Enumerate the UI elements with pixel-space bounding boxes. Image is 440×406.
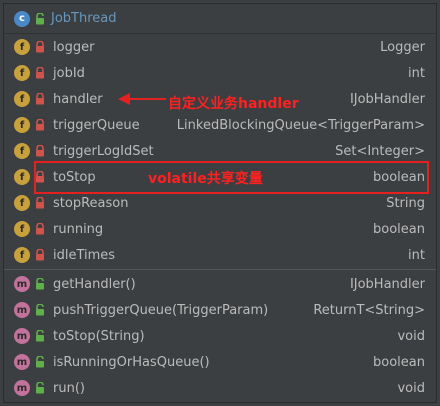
field-icon: f [14,91,30,107]
field-icon: f [14,221,30,237]
method-return-type: ReturnT<String> [313,302,425,318]
field-type: Logger [380,39,425,55]
field-type: Set<Integer> [335,143,425,159]
field-type: String [386,195,425,211]
method-name: toStop(String) [53,328,145,344]
method-icon: m [14,328,30,344]
field-row-logger[interactable]: f logger Logger [4,34,436,60]
method-icon: m [14,302,30,318]
field-name: jobId [53,65,85,81]
field-icon: f [14,195,30,211]
method-row-gethandler[interactable]: m getHandler() IJobHandler [4,271,436,297]
method-name: run() [53,380,85,396]
method-name: pushTriggerQueue(TriggerParam) [53,302,269,318]
method-icon: m [14,276,30,292]
lock-open-icon [36,304,44,316]
field-row-jobid[interactable]: f jobId int [4,60,436,86]
field-icon: f [14,247,30,263]
method-return-type: void [397,380,425,396]
method-row-tostop[interactable]: m toStop(String) void [4,323,436,349]
field-name: idleTimes [53,247,116,263]
field-name: stopReason [53,195,129,211]
handler-annotation: 自定义业务handler [168,96,299,112]
field-type: IJobHandler [349,91,425,107]
method-name: getHandler() [53,276,136,292]
field-name: triggerQueue [53,117,140,133]
class-icon: c [14,10,30,27]
lock-closed-icon [36,67,44,79]
method-row-pushtriggerqueue[interactable]: m pushTriggerQueue(TriggerParam) ReturnT… [4,297,436,323]
class-header[interactable]: c JobThread [4,4,436,34]
annotation-arrow [118,93,166,105]
field-row-triggerqueue[interactable]: f triggerQueue LinkedBlockingQueue<Trigg… [4,112,436,138]
lock-open-icon [36,382,44,394]
lock-closed-icon [36,249,44,261]
lock-closed-icon [36,119,44,131]
field-name: triggerLogIdSet [53,143,154,159]
lock-open-icon [36,356,44,368]
lock-closed-icon [36,197,44,209]
method-return-type: IJobHandler [349,276,425,292]
lock-open-icon [36,330,44,342]
field-name: logger [53,39,95,55]
class-title: JobThread [51,11,117,26]
field-icon: f [14,117,30,133]
lock-closed-icon [36,41,44,53]
structure-panel: c JobThread f logger Logger f jobId int … [3,3,437,403]
method-name: isRunningOrHasQueue() [53,354,210,370]
field-icon: f [14,169,30,185]
field-type: boolean [373,221,425,237]
method-return-type: void [397,328,425,344]
method-icon: m [14,380,30,396]
field-name: handler [53,91,103,107]
lock-closed-icon [36,223,44,235]
field-name: running [53,221,104,237]
field-type: int [408,247,425,263]
method-row-run[interactable]: m run() void [4,375,436,401]
lock-closed-icon [36,93,44,105]
field-icon: f [14,143,30,159]
lock-closed-icon [36,145,44,157]
field-icon: f [14,39,30,55]
section-divider [4,269,436,270]
field-icon: f [14,65,30,81]
field-type: int [408,65,425,81]
field-type: LinkedBlockingQueue<TriggerParam> [176,117,425,133]
volatile-annotation: volatile共享变量 [148,171,263,187]
method-icon: m [14,354,30,370]
field-row-idletimes[interactable]: f idleTimes int [4,242,436,268]
field-row-running[interactable]: f running boolean [4,216,436,242]
method-return-type: boolean [373,354,425,370]
lock-open-icon [36,12,44,24]
lock-open-icon [36,278,44,290]
method-row-isrunningorhasqueue[interactable]: m isRunningOrHasQueue() boolean [4,349,436,375]
